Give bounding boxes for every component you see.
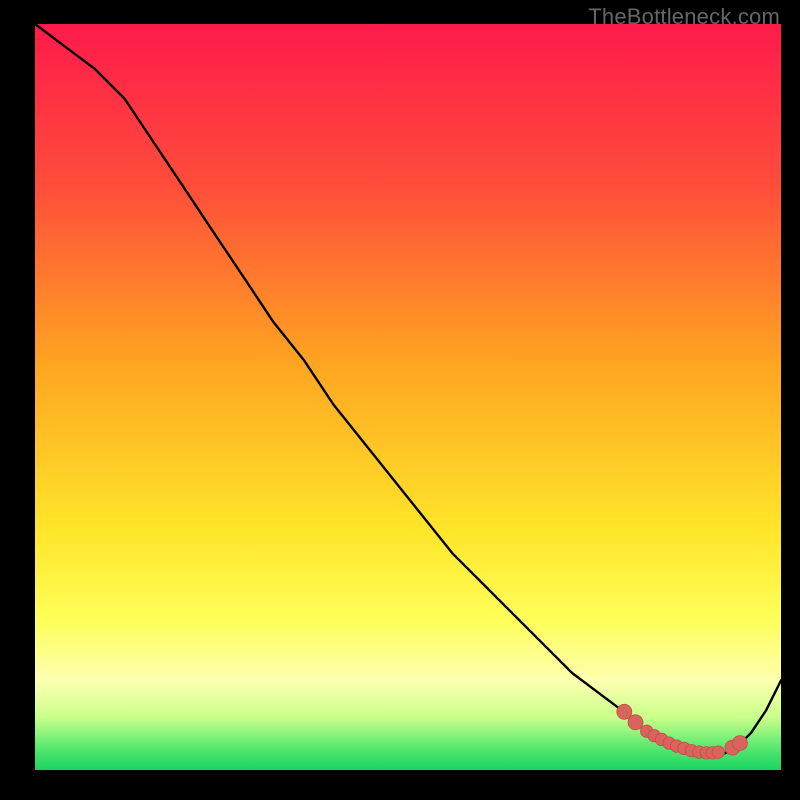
watermark-text: TheBottleneck.com — [588, 4, 780, 30]
curve-layer — [35, 24, 781, 770]
chart-stage: TheBottleneck.com — [0, 0, 800, 800]
bottleneck-curve — [35, 24, 781, 755]
marker-group — [617, 704, 748, 759]
marker-dot — [733, 736, 748, 751]
gradient-plot-area — [35, 24, 781, 770]
marker-dot — [617, 704, 632, 719]
marker-dot — [712, 746, 724, 758]
marker-dot — [628, 715, 643, 730]
